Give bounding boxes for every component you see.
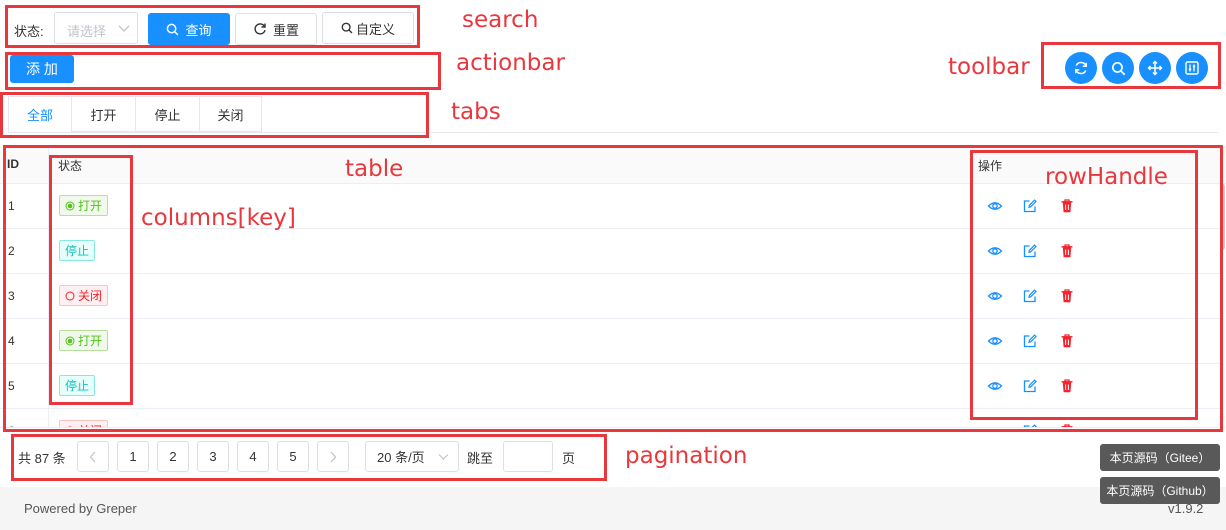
annotation-actionbar: actionbar xyxy=(456,50,565,76)
actionbar-highlight-box xyxy=(5,52,441,90)
annotation-table: table xyxy=(345,156,404,182)
annotation-tabs: tabs xyxy=(451,99,501,125)
powered-by-text: Powered by Greper xyxy=(24,501,137,516)
pagination-highlight-box xyxy=(11,434,607,481)
annotation-search: search xyxy=(462,7,539,33)
source-gitee-button[interactable]: 本页源码（Gitee） xyxy=(1100,444,1220,471)
columns-highlight-box xyxy=(49,155,133,405)
toolbar-highlight-box xyxy=(1041,42,1221,89)
rowhandle-highlight-box xyxy=(970,150,1198,420)
source-github-button[interactable]: 本页源码（Github） xyxy=(1100,477,1220,504)
annotation-toolbar: toolbar xyxy=(948,54,1030,80)
annotation-pagination: pagination xyxy=(625,443,748,469)
footer xyxy=(0,487,1226,530)
tabs-highlight-box xyxy=(0,92,429,138)
annotation-rowhandle: rowHandle xyxy=(1045,164,1168,190)
search-highlight-box xyxy=(5,5,420,48)
annotation-columns: columns[key] xyxy=(141,205,296,231)
